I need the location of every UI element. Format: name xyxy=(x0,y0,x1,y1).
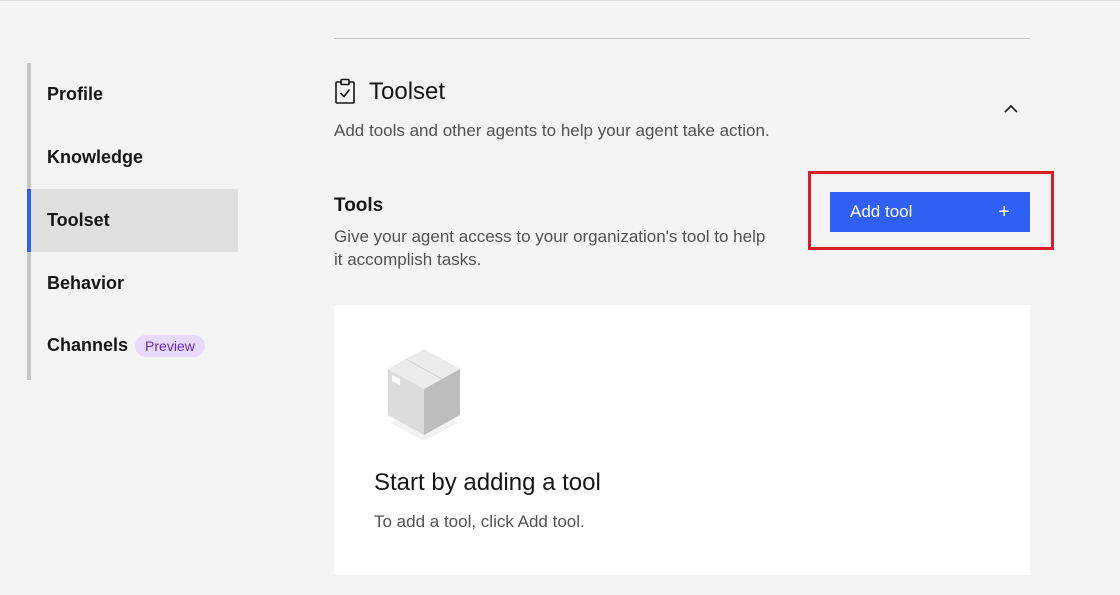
empty-state-card: Start by adding a tool To add a tool, cl… xyxy=(334,305,1030,575)
section-header: Toolset xyxy=(334,78,445,106)
sidebar-item-label: Toolset xyxy=(47,210,110,230)
tools-heading: Tools xyxy=(334,195,384,216)
preview-badge: Preview xyxy=(135,334,205,357)
tools-description: Give your agent access to your organizat… xyxy=(334,227,766,269)
sidebar-item-label: Knowledge xyxy=(47,147,144,167)
section-title: Toolset xyxy=(369,78,446,105)
box-illustration-icon xyxy=(384,345,464,445)
add-tool-button[interactable]: Add tool + xyxy=(830,192,1030,232)
sidebar-item-label: Behavior xyxy=(47,273,125,293)
collapse-button[interactable] xyxy=(998,97,1024,121)
top-border xyxy=(0,0,1120,1)
add-tool-label: Add tool xyxy=(850,202,913,221)
sidebar-item-label: Profile xyxy=(47,84,104,104)
sidebar-item-toolset[interactable]: Toolset xyxy=(27,189,238,252)
clipboard-check-icon xyxy=(334,78,358,106)
sidebar-item-profile[interactable]: Profile xyxy=(31,63,238,126)
sidebar-nav: Profile Knowledge Toolset Behavior Chann… xyxy=(27,63,238,380)
plus-icon: + xyxy=(998,201,1010,223)
empty-state-title: Start by adding a tool xyxy=(374,469,601,496)
empty-state-description: To add a tool, click Add tool. xyxy=(374,512,585,531)
sidebar-item-channels[interactable]: Channels Preview xyxy=(31,314,238,377)
section-divider xyxy=(334,38,1030,39)
sidebar-item-behavior[interactable]: Behavior xyxy=(31,252,238,315)
chevron-up-icon xyxy=(1004,100,1018,118)
sidebar-item-knowledge[interactable]: Knowledge xyxy=(31,126,238,189)
section-description: Add tools and other agents to help your … xyxy=(334,121,770,140)
sidebar-item-label: Channels xyxy=(47,335,129,355)
